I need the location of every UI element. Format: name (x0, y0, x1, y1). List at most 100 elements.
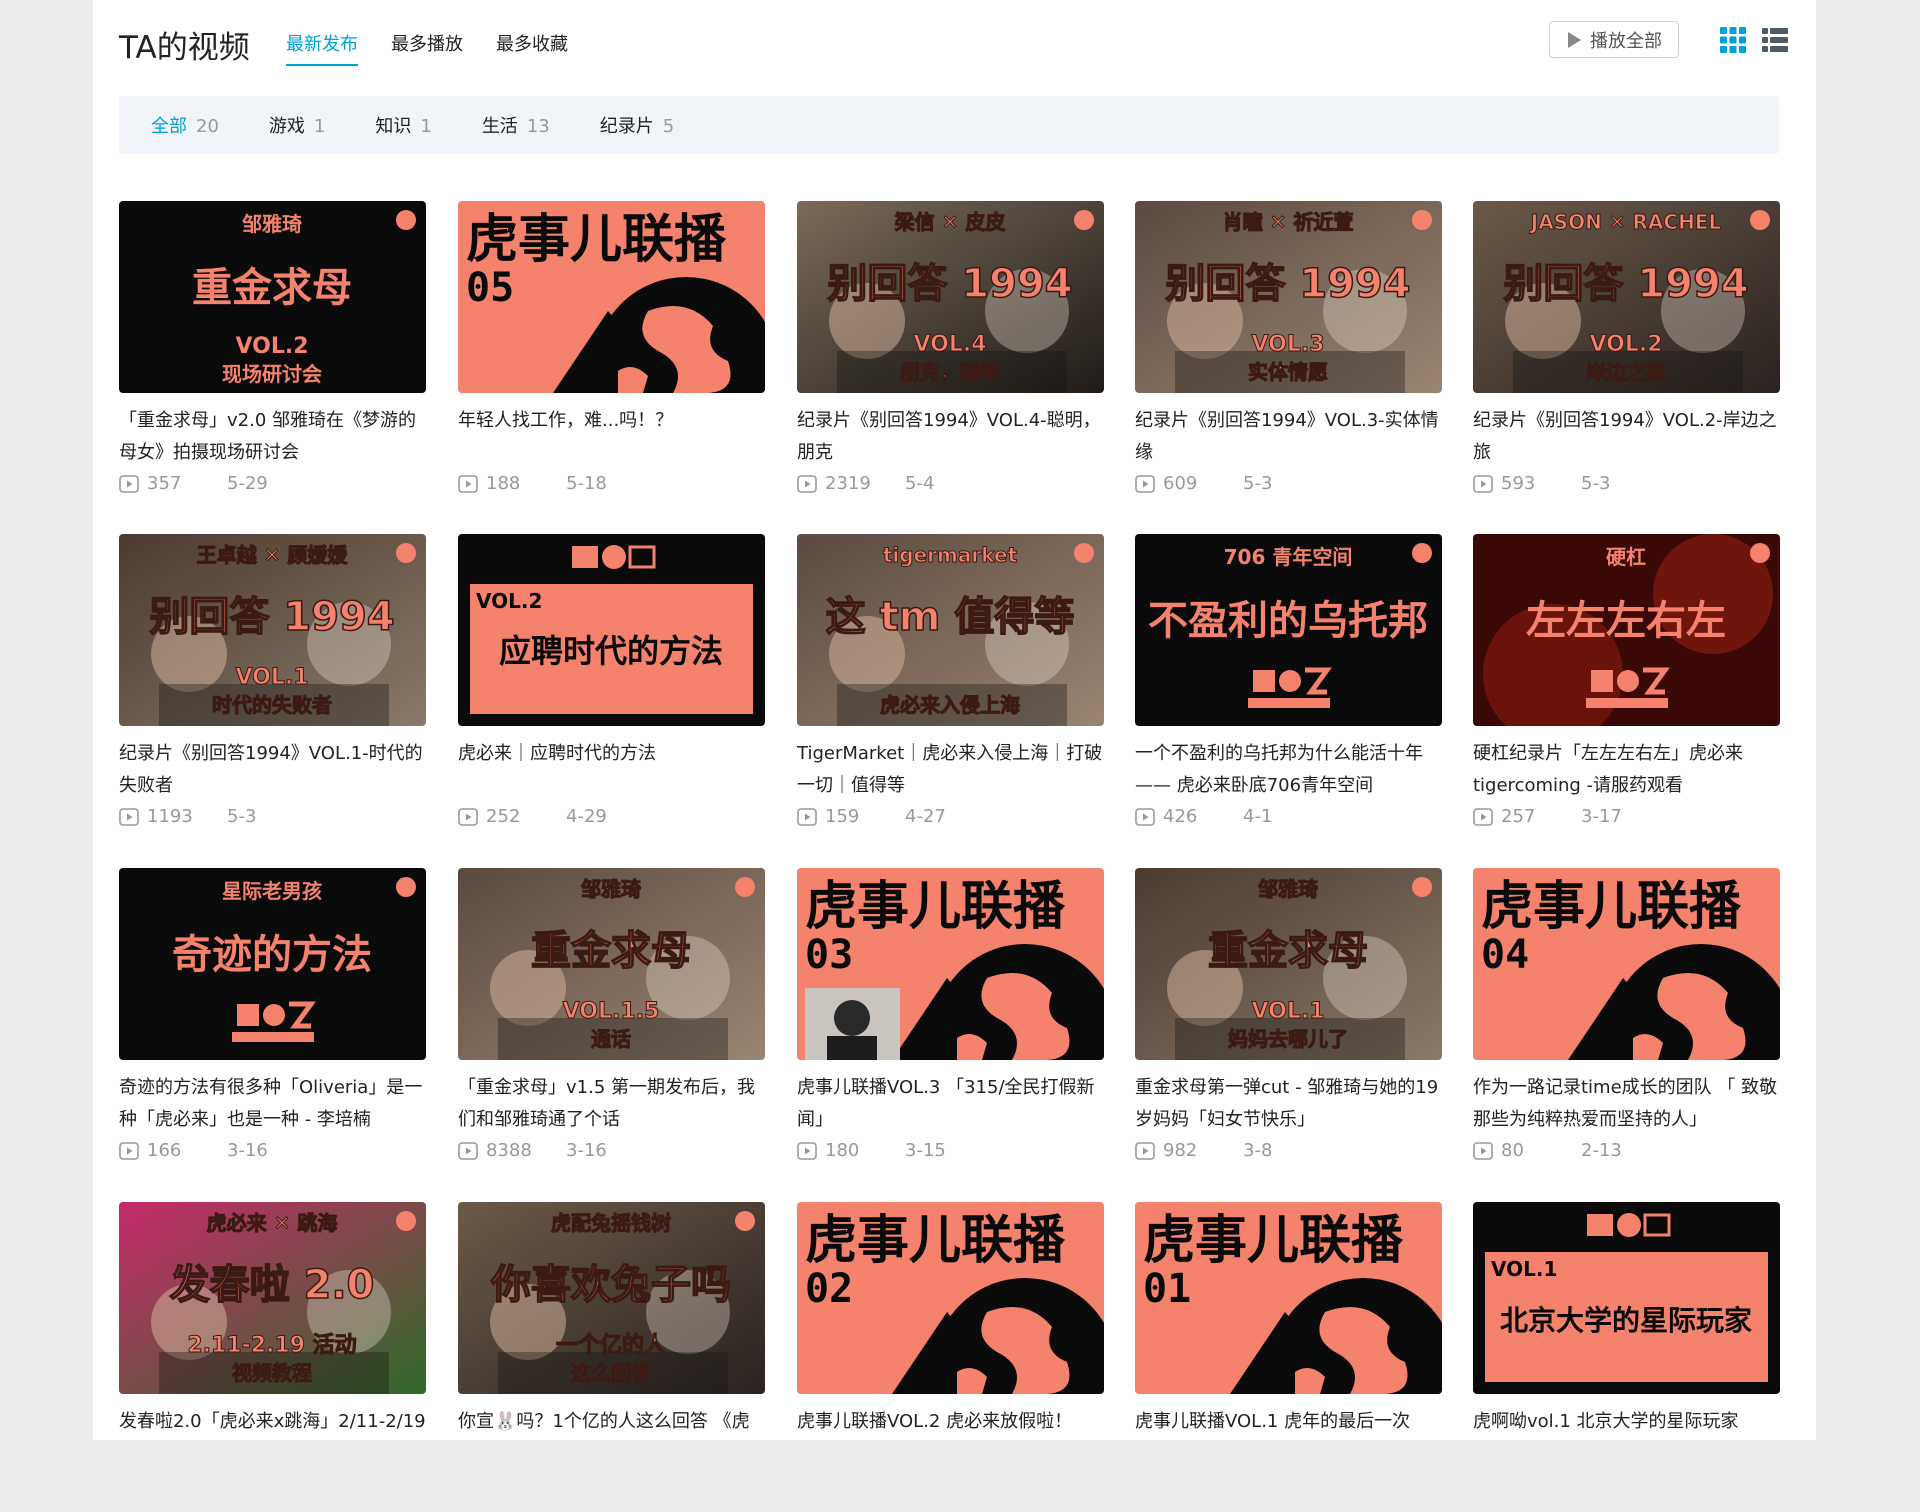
video-title[interactable]: 年轻人找工作，难...吗！？ (458, 405, 765, 469)
video-title[interactable]: 纪录片《别回答1994》VOL.1-时代的失败者 (119, 738, 426, 802)
upload-date: 5-3 (1581, 473, 1611, 494)
list-view-button[interactable] (1761, 26, 1789, 58)
filter-documentary[interactable]: 纪录片 5 (600, 112, 674, 138)
video-thumbnail[interactable]: 706 青年空间 不盈利的乌托邦 (1135, 534, 1442, 726)
play-all-button[interactable]: 播放全部 (1549, 21, 1679, 58)
video-title[interactable]: 一个不盈利的乌托邦为什么能活十年 —— 虎必来卧底706青年空间 (1135, 738, 1442, 802)
corner-dot (1074, 210, 1094, 230)
video-card[interactable]: 虎事儿联播 04 作为一路记录time成长的团队 「 致敬那些为纯粹热爱而坚持的人」… (1473, 868, 1780, 1178)
video-thumbnail[interactable]: 虎配兔摇钱树 你喜欢兔子吗 一个亿的人 这么回答 (458, 1202, 765, 1394)
video-card[interactable]: 虎事儿联播 03 虎事儿联播VOL.3 「315/全民打假新闻」 180 3-15 (797, 868, 1104, 1178)
video-thumbnail[interactable]: 梁信 ✕ 皮皮 别回答 1994 VOL.4 朋克，聪明 (797, 201, 1104, 393)
video-thumbnail[interactable]: tigermarket 这 tm 值得等 虎必来入侵上海 (797, 534, 1104, 726)
video-thumbnail[interactable]: 虎事儿联播 03 (797, 868, 1104, 1060)
video-meta: 1193 5-3 (119, 806, 256, 827)
thumb-main-text: 不盈利的乌托邦 (1148, 598, 1428, 644)
video-card[interactable]: 硬杠 左左左右左硬杠纪录片「左左左右左」虎必来tigercoming -请服药观看… (1473, 534, 1780, 844)
video-card[interactable]: VOL.2 应聘时代的方法 虎必来｜应聘时代的方法 252 4-29 (458, 534, 765, 844)
upload-date: 5-18 (566, 473, 607, 494)
video-thumbnail[interactable]: 硬杠 左左左右左 (1473, 534, 1780, 726)
upload-date: 5-29 (227, 473, 268, 494)
video-card[interactable]: 虎事儿联播 05 年轻人找工作，难...吗！？ 188 5-18 (458, 201, 765, 511)
thumb-main-text: 别回答 1994 (827, 261, 1072, 307)
thumb-sub-text: 通话 (591, 1027, 631, 1051)
video-card[interactable]: 邹雅琦 重金求母 VOL.2 现场研讨会「重金求母」v2.0 邹雅琦在《梦游的母女》拍… (119, 201, 426, 511)
video-card[interactable]: 星际老男孩 奇迹的方法奇迹的方法有很多种「Oliveria」是一种「虎必来」也是一… (119, 868, 426, 1178)
video-card[interactable]: 虎事儿联播 01 虎事儿联播VOL.1 虎年的最后一次 (1135, 1202, 1442, 1512)
video-card[interactable]: VOL.1 北京大学的星际玩家虎啊呦vol.1 北京大学的星际玩家 (1473, 1202, 1780, 1512)
thumb-sub-text: 岸边之旅 (1586, 360, 1666, 384)
filter-game[interactable]: 游戏 1 (269, 112, 325, 138)
video-meta: 159 4-27 (797, 806, 946, 827)
video-thumbnail[interactable]: 虎事儿联播 04 (1473, 868, 1780, 1060)
video-title[interactable]: 硬杠纪录片「左左左右左」虎必来tigercoming -请服药观看 (1473, 738, 1780, 802)
video-title[interactable]: 纪录片《别回答1994》VOL.3-实体情缘 (1135, 405, 1442, 469)
tab-most-played[interactable]: 最多播放 (391, 30, 463, 66)
video-title[interactable]: 虎必来｜应聘时代的方法 (458, 738, 765, 802)
video-meta: 180 3-15 (797, 1140, 946, 1161)
thumbnail-art: 706 青年空间不盈利的乌托邦 (1135, 534, 1442, 726)
video-thumbnail[interactable]: 虎必来 ✕ 跳海 发春啦 2.0 2.11-2.19 活动 视频教程 (119, 1202, 426, 1394)
thumb-main-text: 别回答 1994 (1165, 261, 1410, 307)
view-count: 180 (825, 1140, 860, 1161)
video-card[interactable]: 706 青年空间 不盈利的乌托邦一个不盈利的乌托邦为什么能活十年 —— 虎必来卧底… (1135, 534, 1442, 844)
video-title[interactable]: 「重金求母」v1.5 第一期发布后，我们和邹雅琦通了个话 (458, 1072, 765, 1136)
video-title[interactable]: 虎事儿联播VOL.3 「315/全民打假新闻」 (797, 1072, 1104, 1136)
video-title[interactable]: 作为一路记录time成长的团队 「 致敬那些为纯粹热爱而坚持的人」 (1473, 1072, 1780, 1136)
video-thumbnail[interactable]: 虎事儿联播 01 (1135, 1202, 1442, 1394)
filter-count: 1 (313, 116, 326, 137)
video-thumbnail[interactable]: 邹雅琦 重金求母 VOL.1 妈妈去哪儿了 (1135, 868, 1442, 1060)
video-thumbnail[interactable]: JASON ✕ RACHEL 别回答 1994 VOL.2 岸边之旅 (1473, 201, 1780, 393)
video-title[interactable]: 纪录片《别回答1994》VOL.4-聪明，朋克 (797, 405, 1104, 469)
video-title[interactable]: 纪录片《别回答1994》VOL.2-岸边之旅 (1473, 405, 1780, 469)
filter-knowledge[interactable]: 知识 1 (375, 112, 431, 138)
video-thumbnail[interactable]: 虎事儿联播 05 (458, 201, 765, 393)
video-title[interactable]: 奇迹的方法有很多种「Oliveria」是一种「虎必来」也是一种 - 李培楠 (119, 1072, 426, 1136)
video-card[interactable]: 邹雅琦 重金求母 VOL.1.5 通话「重金求母」v1.5 第一期发布后，我们和邹雅琦… (458, 868, 765, 1178)
filter-all[interactable]: 全部 20 (151, 112, 219, 138)
video-title[interactable]: 重金求母第一弹cut - 邹雅琦与她的19岁妈妈「妇女节快乐」 (1135, 1072, 1442, 1136)
video-card[interactable]: 虎配兔摇钱树 你喜欢兔子吗 一个亿的人 这么回答你宣🐰吗？1个亿的人这么回答 《虎 (458, 1202, 765, 1512)
video-thumbnail[interactable]: VOL.1 北京大学的星际玩家 (1473, 1202, 1780, 1394)
video-thumbnail[interactable]: 邹雅琦 重金求母 VOL.2 现场研讨会 (119, 201, 426, 393)
video-card[interactable]: tigermarket 这 tm 值得等 虎必来入侵上海 TigerMarket｜虎必… (797, 534, 1104, 844)
video-title[interactable]: 虎事儿联播VOL.1 虎年的最后一次 (1135, 1406, 1442, 1470)
tab-most-favorited[interactable]: 最多收藏 (496, 30, 568, 66)
video-card[interactable]: JASON ✕ RACHEL 别回答 1994 VOL.2 岸边之旅纪录片《别回答19… (1473, 201, 1780, 511)
video-thumbnail[interactable]: 星际老男孩 奇迹的方法 (119, 868, 426, 1060)
video-title[interactable]: TigerMarket｜虎必来入侵上海｜打破一切｜值得等 (797, 738, 1104, 802)
thumbnail-art: 虎配兔摇钱树你喜欢兔子吗一个亿的人这么回答 (458, 1202, 765, 1394)
grid-view-button[interactable] (1719, 26, 1747, 58)
video-thumbnail[interactable]: 肖瞳 ✕ 祈近萱 别回答 1994 VOL.3 实体情愿 (1135, 201, 1442, 393)
thumb-top-text: JASON ✕ RACHEL (1529, 210, 1722, 234)
video-card[interactable]: 虎必来 ✕ 跳海 发春啦 2.0 2.11-2.19 活动 视频教程发春啦2.0「虎必… (119, 1202, 426, 1512)
video-thumbnail[interactable]: VOL.2 应聘时代的方法 (458, 534, 765, 726)
video-title[interactable]: 发春啦2.0「虎必来x跳海」2/11-2/19 (119, 1406, 426, 1470)
video-thumbnail[interactable]: 邹雅琦 重金求母 VOL.1.5 通话 (458, 868, 765, 1060)
video-card[interactable]: 梁信 ✕ 皮皮 别回答 1994 VOL.4 朋克，聪明纪录片《别回答1994》VOL… (797, 201, 1104, 511)
view-count: 8388 (486, 1140, 532, 1161)
video-card[interactable]: 虎事儿联播 02 虎事儿联播VOL.2 虎必来放假啦！ (797, 1202, 1104, 1512)
play-count-icon (119, 807, 139, 826)
video-thumbnail[interactable]: 王卓越 ✕ 顾媛媛 别回答 1994 VOL.1 时代的失败者 (119, 534, 426, 726)
thumb-sub-text: VOL.3 (1251, 332, 1324, 357)
corner-dot (1412, 877, 1432, 897)
tab-latest[interactable]: 最新发布 (286, 30, 358, 66)
video-title[interactable]: 虎事儿联播VOL.2 虎必来放假啦！ (797, 1406, 1104, 1470)
video-title[interactable]: 虎啊呦vol.1 北京大学的星际玩家 (1473, 1406, 1780, 1470)
thumbnail-art: 虎事儿联播01 (1135, 1202, 1442, 1394)
video-card[interactable]: 肖瞳 ✕ 祈近萱 别回答 1994 VOL.3 实体情愿 纪录片《别回答1994》VOL… (1135, 201, 1442, 511)
list-view-icon (1762, 28, 1788, 52)
view-count: 609 (1163, 473, 1198, 494)
video-thumbnail[interactable]: 虎事儿联播 02 (797, 1202, 1104, 1394)
thumb-main-text: 虎事儿联播 (466, 210, 727, 270)
video-card[interactable]: 王卓越 ✕ 顾媛媛 别回答 1994 VOL.1 时代的失败者纪录片《别回答1994》… (119, 534, 426, 844)
upload-date: 3-17 (1581, 806, 1622, 827)
upload-date: 3-8 (1243, 1140, 1273, 1161)
video-title[interactable]: 你宣🐰吗？1个亿的人这么回答 《虎 (458, 1406, 765, 1470)
video-card[interactable]: 邹雅琦 重金求母 VOL.1 妈妈去哪儿了重金求母第一弹cut - 邹雅琦与她的19岁… (1135, 868, 1442, 1178)
video-meta: 593 5-3 (1473, 473, 1610, 494)
thumb-sub-text: 实体情愿 (1248, 360, 1328, 384)
video-title[interactable]: 「重金求母」v2.0 邹雅琦在《梦游的母女》拍摄现场研讨会 (119, 405, 426, 469)
filter-life[interactable]: 生活 13 (482, 112, 550, 138)
